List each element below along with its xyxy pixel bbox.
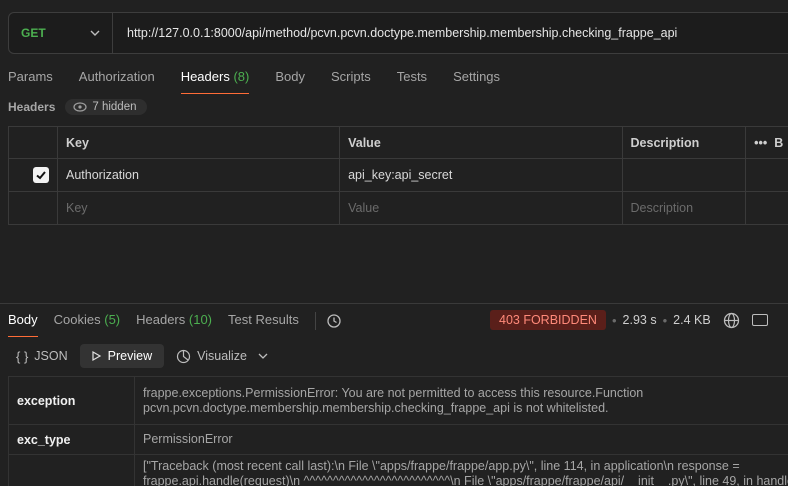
response-time[interactable]: 2.93 s bbox=[623, 313, 657, 327]
column-value: Value bbox=[339, 126, 623, 159]
response-tab-cookies[interactable]: Cookies (5) bbox=[54, 304, 120, 338]
table-row: Authorization api_key:api_secret bbox=[8, 158, 788, 192]
header-description-cell[interactable] bbox=[621, 158, 747, 192]
headers-title: Headers bbox=[8, 100, 56, 114]
table-row: exc_type PermissionError bbox=[8, 424, 788, 455]
play-icon bbox=[92, 350, 101, 362]
field-value: frappe.exceptions.PermissionError: You a… bbox=[134, 376, 788, 425]
header-key-cell[interactable]: Authorization bbox=[56, 158, 341, 192]
field-value: ["Traceback (most recent call last):\n F… bbox=[134, 454, 788, 486]
row-checkbox[interactable] bbox=[33, 167, 49, 183]
view-json-button[interactable]: { } JSON bbox=[8, 344, 76, 368]
eye-icon bbox=[73, 102, 87, 112]
request-url-bar: GET http://127.0.0.1:8000/api/method/pcv… bbox=[8, 12, 788, 54]
request-tabs: Params Authorization Headers (8) Body Sc… bbox=[8, 62, 526, 94]
headers-table: Key Value Description ••• B Authorizatio… bbox=[8, 126, 788, 225]
response-stats: 403 FORBIDDEN • 2.93 s • 2.4 KB bbox=[490, 310, 768, 330]
response-size[interactable]: 2.4 KB bbox=[673, 313, 711, 327]
table-row-empty: Key Value Description bbox=[8, 191, 788, 225]
globe-icon[interactable] bbox=[723, 312, 740, 329]
chevron-down-icon bbox=[90, 30, 100, 36]
table-row: exception frappe.exceptions.PermissionEr… bbox=[8, 376, 788, 425]
response-tab-headers[interactable]: Headers (10) bbox=[136, 304, 212, 338]
value-placeholder-cell[interactable]: Value bbox=[339, 191, 623, 225]
view-preview-button[interactable]: Preview bbox=[79, 344, 165, 368]
tab-headers[interactable]: Headers (8) bbox=[180, 62, 250, 94]
response-tabs: Body Cookies (5) Headers (10) Test Resul… bbox=[8, 304, 342, 338]
tab-body[interactable]: Body bbox=[275, 62, 305, 94]
field-value: PermissionError bbox=[134, 424, 788, 455]
status-badge[interactable]: 403 FORBIDDEN bbox=[490, 310, 606, 330]
column-key: Key bbox=[56, 126, 341, 159]
response-tab-body[interactable]: Body bbox=[8, 304, 38, 338]
field-key: exc_type bbox=[8, 424, 135, 455]
response-tab-test-results[interactable]: Test Results bbox=[228, 304, 299, 338]
header-value-cell[interactable]: api_key:api_secret bbox=[339, 158, 623, 192]
method-label: GET bbox=[21, 26, 46, 40]
table-row: ["Traceback (most recent call last):\n F… bbox=[8, 454, 788, 486]
column-description: Description bbox=[621, 126, 747, 159]
column-actions: ••• B bbox=[745, 126, 788, 159]
more-icon[interactable]: ••• bbox=[754, 136, 767, 150]
divider bbox=[314, 312, 316, 330]
key-placeholder-cell[interactable]: Key bbox=[56, 191, 341, 225]
view-visualize-button[interactable]: Visualize bbox=[168, 344, 277, 368]
headers-table-head: Key Value Description ••• B bbox=[8, 126, 788, 159]
check-icon bbox=[36, 171, 46, 180]
visualize-icon bbox=[177, 349, 191, 363]
tab-params[interactable]: Params bbox=[8, 62, 53, 94]
tab-scripts[interactable]: Scripts bbox=[331, 62, 371, 94]
chevron-down-icon[interactable] bbox=[257, 350, 269, 362]
history-icon[interactable] bbox=[326, 313, 342, 329]
response-header-bar: Body Cookies (5) Headers (10) Test Resul… bbox=[0, 303, 788, 337]
field-key: exception bbox=[8, 376, 135, 425]
tab-tests[interactable]: Tests bbox=[397, 62, 427, 94]
braces-icon: { } bbox=[16, 348, 29, 364]
tab-authorization[interactable]: Authorization bbox=[79, 62, 155, 94]
method-select[interactable]: GET bbox=[9, 13, 113, 53]
description-placeholder-cell[interactable]: Description bbox=[621, 191, 747, 225]
url-input[interactable]: http://127.0.0.1:8000/api/method/pcvn.pc… bbox=[113, 26, 677, 40]
hidden-headers-toggle[interactable]: 7 hidden bbox=[65, 99, 147, 115]
headers-title-row: Headers 7 hidden bbox=[8, 99, 147, 115]
field-key bbox=[8, 454, 135, 486]
response-view-bar: { } JSON Preview Visualize bbox=[8, 344, 281, 368]
save-response-icon[interactable] bbox=[751, 314, 768, 326]
response-preview-table: exception frappe.exceptions.PermissionEr… bbox=[8, 376, 788, 486]
tab-settings[interactable]: Settings bbox=[453, 62, 500, 94]
bulk-edit-label[interactable]: B bbox=[774, 136, 783, 150]
headers-count: (8) bbox=[233, 69, 250, 84]
